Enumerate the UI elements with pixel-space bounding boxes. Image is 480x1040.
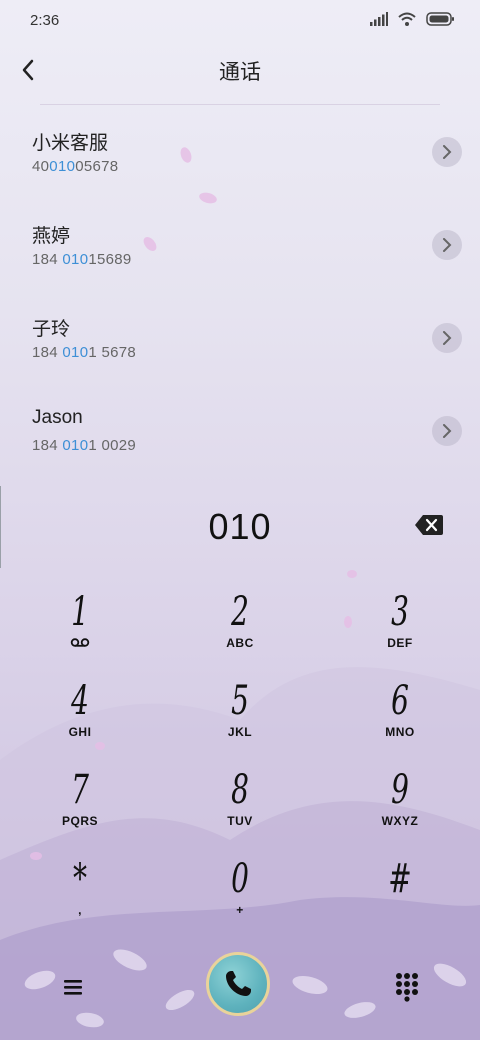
status-time: 2:36 bbox=[30, 12, 60, 29]
key-letters: TUV bbox=[227, 814, 253, 828]
key-letters: WXYZ bbox=[381, 814, 419, 828]
key-8[interactable]: 8 TUV bbox=[180, 768, 300, 848]
dial-input[interactable]: 010 bbox=[0, 486, 480, 568]
contact-name: 子玲 bbox=[32, 319, 71, 340]
key-digit: 2 bbox=[231, 589, 249, 635]
phone-icon bbox=[226, 971, 251, 996]
contact-number: 184 01015689 bbox=[32, 251, 132, 268]
contact-detail-button[interactable] bbox=[432, 230, 462, 260]
key-9[interactable]: 9 WXYZ bbox=[340, 768, 460, 848]
key-letters: ABC bbox=[226, 636, 254, 650]
key-5[interactable]: 5 JKL bbox=[180, 679, 300, 759]
key-1[interactable]: 1 bbox=[20, 590, 140, 670]
key-6[interactable]: 6 MNO bbox=[340, 679, 460, 759]
number-match: 010 bbox=[49, 158, 76, 175]
key-digit: 0 bbox=[231, 856, 249, 902]
header-divider bbox=[40, 104, 440, 105]
contact-row[interactable]: 小米客服 4001005678 bbox=[0, 108, 480, 201]
dialed-number: 010 bbox=[208, 506, 272, 547]
key-digit: 8 bbox=[231, 767, 249, 813]
chevron-right-icon bbox=[443, 145, 452, 159]
bottom-bar bbox=[0, 950, 480, 1040]
key-hash[interactable]: # bbox=[340, 857, 460, 937]
contact-row[interactable]: 燕婷 184 01015689 bbox=[0, 201, 480, 294]
key-0[interactable]: 0 + bbox=[180, 857, 300, 937]
key-letters: MNO bbox=[385, 725, 415, 739]
contact-number: 184 0101 5678 bbox=[32, 344, 137, 361]
number-match: 010 bbox=[62, 344, 89, 361]
backspace-icon[interactable] bbox=[414, 514, 444, 536]
chevron-right-icon bbox=[443, 424, 452, 438]
key-7[interactable]: 7 PQRS bbox=[20, 768, 140, 848]
contact-row[interactable]: 子玲 184 0101 5678 bbox=[0, 294, 480, 387]
page-title: 通话 bbox=[219, 61, 261, 84]
key-letters: , bbox=[78, 903, 82, 917]
status-bar: 2:36 bbox=[0, 0, 480, 40]
contact-row[interactable]: Jason 184 0101 0029 bbox=[0, 387, 480, 480]
contact-name: Jason bbox=[32, 407, 83, 428]
key-digit: # bbox=[388, 856, 412, 902]
menu-icon[interactable] bbox=[58, 972, 88, 1002]
number-match: 010 bbox=[62, 437, 89, 454]
contact-detail-button[interactable] bbox=[432, 323, 462, 353]
header: 通话 bbox=[0, 44, 480, 96]
call-button[interactable] bbox=[206, 952, 270, 1016]
key-letters: DEF bbox=[387, 636, 413, 650]
key-3[interactable]: 3 DEF bbox=[340, 590, 460, 670]
key-letters: + bbox=[236, 903, 244, 917]
key-4[interactable]: 4 GHI bbox=[20, 679, 140, 759]
key-star[interactable]: * , bbox=[20, 857, 140, 937]
key-digit: 4 bbox=[71, 678, 89, 724]
key-digit: 6 bbox=[391, 678, 409, 724]
chevron-right-icon bbox=[443, 331, 452, 345]
key-digit: 1 bbox=[71, 589, 89, 635]
key-digit: 7 bbox=[71, 767, 89, 813]
key-digit: 5 bbox=[231, 678, 249, 724]
key-digit: 3 bbox=[391, 589, 409, 635]
number-match: 010 bbox=[62, 251, 89, 268]
key-2[interactable]: 2 ABC bbox=[180, 590, 300, 670]
contact-name: 燕婷 bbox=[32, 226, 71, 247]
key-digit: * bbox=[73, 856, 87, 902]
wifi-icon bbox=[398, 12, 416, 26]
contact-number: 184 0101 0029 bbox=[32, 437, 137, 454]
voicemail-icon bbox=[70, 638, 90, 647]
contact-number: 4001005678 bbox=[32, 158, 119, 175]
key-letters: GHI bbox=[68, 725, 92, 739]
signal-icon bbox=[370, 12, 388, 26]
dialpad-icon[interactable] bbox=[392, 970, 422, 1002]
contact-detail-button[interactable] bbox=[432, 137, 462, 167]
key-letters: JKL bbox=[227, 725, 253, 739]
contact-detail-button[interactable] bbox=[432, 416, 462, 446]
chevron-right-icon bbox=[443, 238, 452, 252]
key-digit: 9 bbox=[391, 767, 409, 813]
contact-name: 小米客服 bbox=[32, 133, 109, 154]
battery-icon bbox=[426, 12, 454, 26]
key-letters: PQRS bbox=[61, 814, 98, 828]
